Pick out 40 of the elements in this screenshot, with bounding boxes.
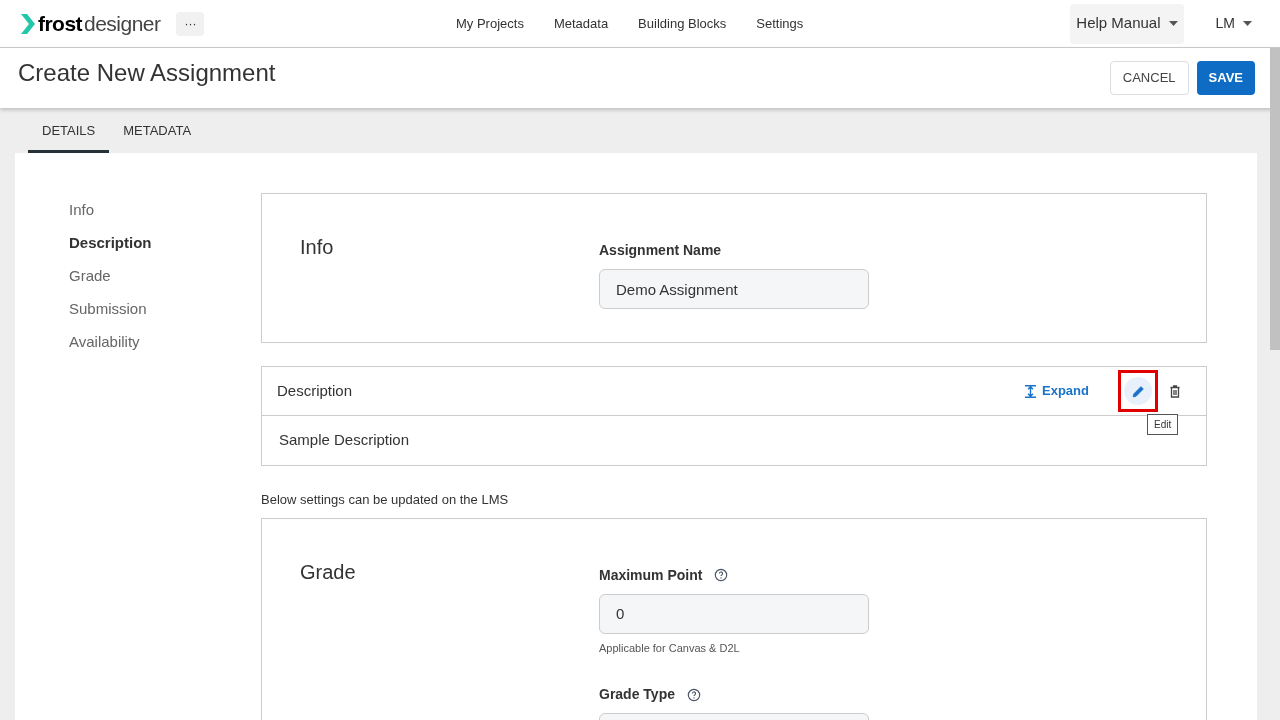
field-label: Assignment Name [599,241,723,260]
edit-button[interactable] [1118,370,1158,412]
cancel-button[interactable]: CANCEL [1109,61,1189,95]
caret-icon [1168,21,1178,26]
description-text: Sample Description [279,430,410,450]
field-label: Grade Type [599,685,675,704]
tab[interactable]: METADATA [109,108,206,153]
pencil-icon [1131,384,1145,398]
logo-text: frostdesigner [38,10,161,37]
user-menu[interactable]: LM [1215,13,1252,34]
section-link[interactable]: Grade [69,259,111,292]
expand-button[interactable]: Expand [1025,381,1089,401]
section-heading: Grade [300,559,357,585]
nav-link[interactable]: Building Blocks [638,13,727,34]
section-heading: Info [300,235,335,260]
save-button[interactable]: SAVE [1196,61,1255,95]
section-link[interactable]: Description [69,226,152,259]
help-icon[interactable] [687,687,701,702]
section-link[interactable]: Submission [69,292,147,325]
field-hint: Applicable for Canvas & D2L [599,640,741,656]
nav-link[interactable]: Settings [756,13,804,34]
grade-field[interactable]: 0 [599,593,869,634]
assignment-name-field[interactable]: Demo Assignment [599,269,869,309]
more-button[interactable]: ··· [176,11,205,36]
page-title: Create New Assignment [18,58,276,88]
edit-tooltip: Edit [1147,414,1179,435]
panel-title: Description [277,380,353,401]
caret-icon [1243,21,1252,26]
logo-icon [20,12,36,35]
scrollbar[interactable] [1270,48,1280,350]
section-link[interactable]: Availability [69,325,140,358]
section-link[interactable]: Info [69,193,95,226]
field-label: Maximum Point [599,565,703,585]
trash-icon[interactable] [1170,384,1180,398]
help-icon[interactable] [714,568,729,582]
nav-link[interactable]: Metadata [553,13,609,34]
help-manual-dropdown[interactable]: Help Manual [1070,3,1184,44]
expand-icon [1025,384,1037,398]
lms-note: Below settings can be updated on the LMS [261,491,510,509]
nav-link[interactable]: My Projects [456,13,524,34]
